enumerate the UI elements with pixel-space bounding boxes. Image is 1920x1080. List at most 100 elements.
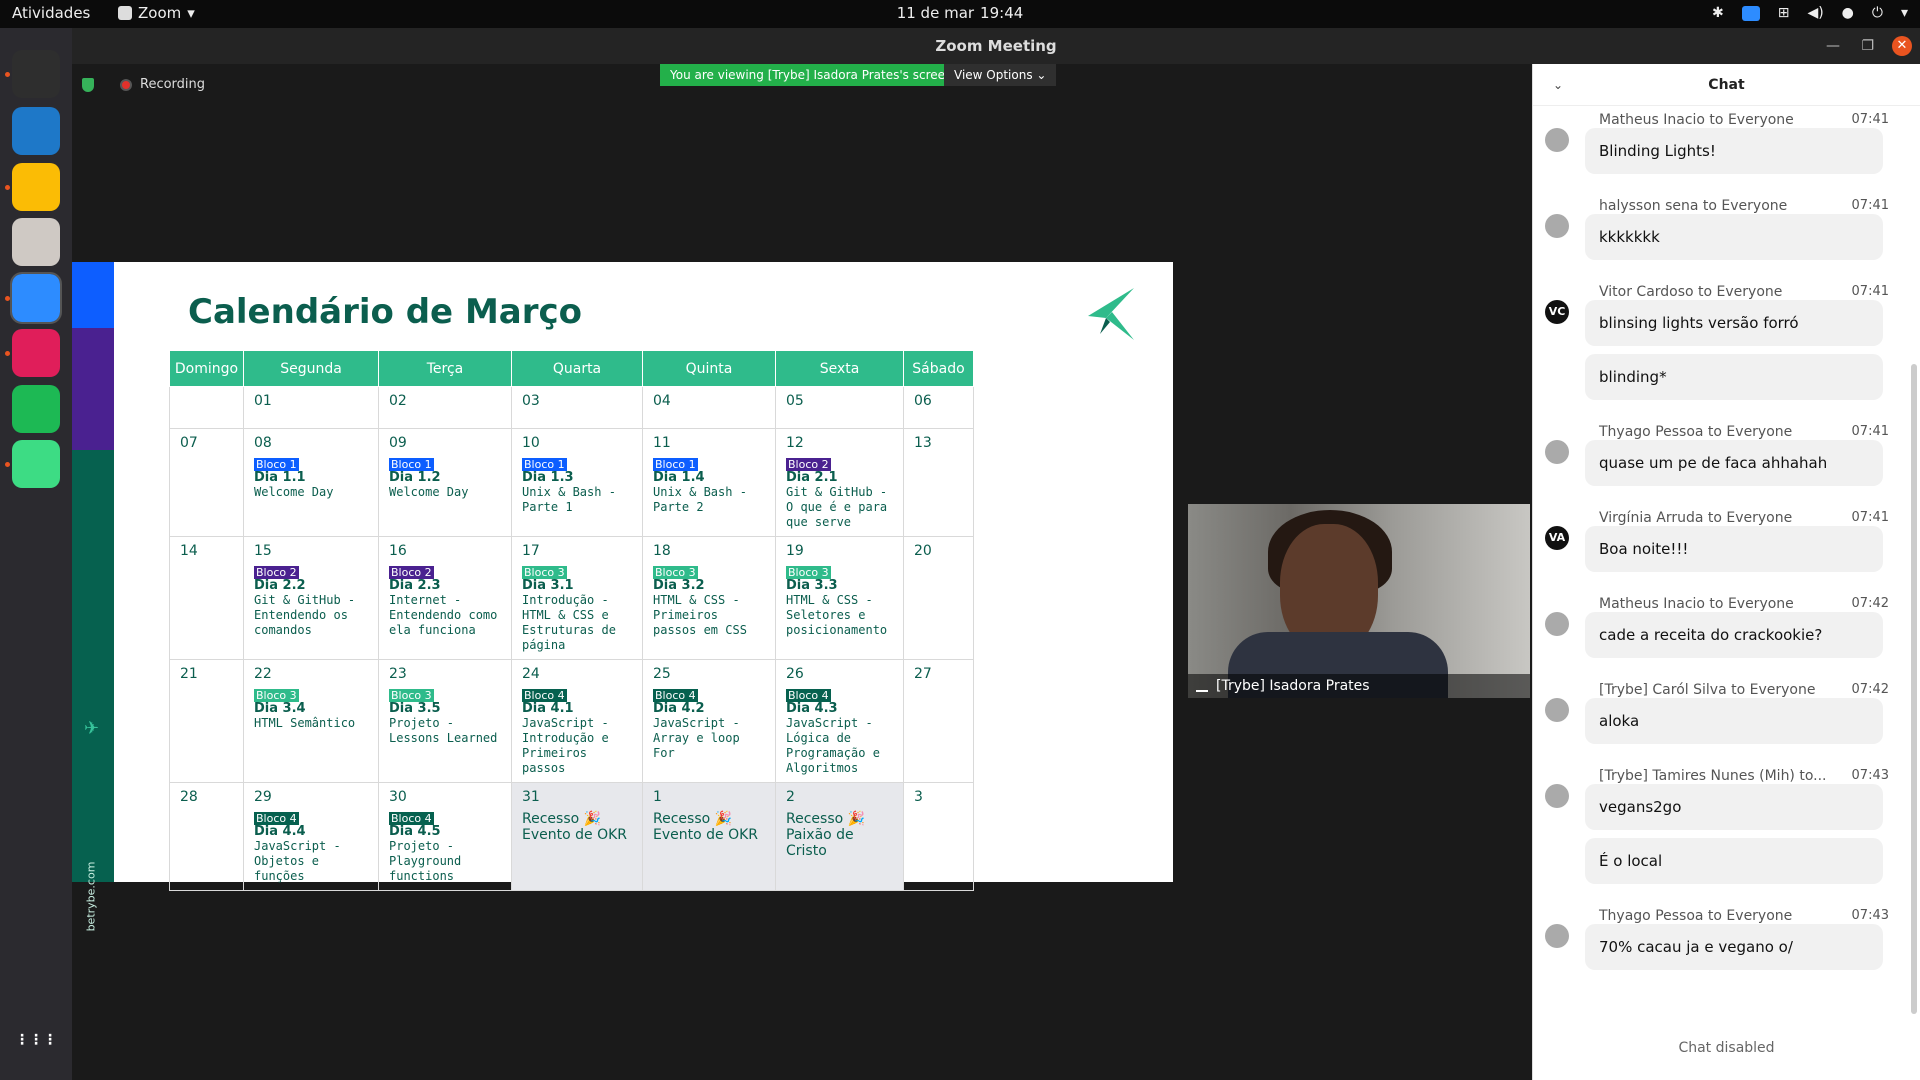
participant-video[interactable]: [Trybe] Isadora Prates bbox=[1188, 504, 1530, 698]
calendar-day-cell: 21 bbox=[169, 659, 244, 783]
clock-date: 11 de mar bbox=[896, 4, 975, 22]
day-number: 21 bbox=[180, 666, 198, 682]
calendar-day-cell: 18 Bloco 3 Dia 3.2 HTML & CSS - Primeiros p… bbox=[642, 536, 776, 660]
running-indicator bbox=[5, 462, 10, 467]
day-number: 16 bbox=[389, 543, 407, 559]
avatar[interactable]: VC bbox=[1545, 300, 1569, 324]
window-title: Zoom Meeting bbox=[935, 37, 1057, 55]
calendar-header-3: Quarta bbox=[511, 350, 643, 387]
calendar-header-6: Sábado bbox=[903, 350, 974, 387]
message-sender: halysson sena to Everyone bbox=[1599, 198, 1788, 214]
day-description: HTML & CSS - Primeiros passos em CSS bbox=[653, 593, 747, 637]
message-bubble[interactable]: aloka bbox=[1585, 698, 1883, 744]
message-bubble[interactable]: blinsing lights versão forró bbox=[1585, 300, 1883, 346]
avatar[interactable] bbox=[1545, 698, 1569, 722]
dock-slack-icon[interactable] bbox=[12, 329, 60, 377]
day-code: Dia 3.2 bbox=[653, 578, 705, 593]
message-bubble[interactable]: blinding* bbox=[1585, 354, 1883, 400]
message-bubble[interactable]: kkkkkkk bbox=[1585, 214, 1883, 260]
strip-purple bbox=[72, 328, 114, 450]
calendar-day-cell: 06 bbox=[903, 386, 974, 429]
minimize-button[interactable]: — bbox=[1826, 28, 1840, 64]
day-code: Dia 2.3 bbox=[389, 578, 441, 593]
running-indicator bbox=[5, 296, 10, 301]
message-bubble[interactable]: cade a receita do crackookie? bbox=[1585, 612, 1883, 658]
show-applications-icon[interactable]: ⋮⋮⋮ bbox=[12, 1016, 60, 1064]
message-meta: Matheus Inacio to Everyone 07:42 bbox=[1599, 596, 1889, 612]
collapse-chevron-icon[interactable]: ⌄ bbox=[1553, 64, 1563, 106]
dock-terminal-icon[interactable] bbox=[12, 50, 60, 98]
avatar[interactable]: VA bbox=[1545, 526, 1569, 550]
calendar-header-4: Quinta bbox=[642, 350, 776, 387]
calendar-day-cell: 19 Bloco 3 Dia 3.3 HTML & CSS - Seletores e… bbox=[775, 536, 904, 660]
message-bubble[interactable]: quase um pe de faca ahhahah bbox=[1585, 440, 1883, 486]
restore-button[interactable]: ❐ bbox=[1861, 28, 1874, 64]
caret-down-icon[interactable]: ▾ bbox=[1901, 5, 1908, 21]
day-number: 26 bbox=[786, 666, 804, 682]
slack-tray-icon[interactable]: ✱ bbox=[1712, 5, 1724, 21]
brand-strip: ✈ betrybe.com bbox=[72, 262, 114, 931]
dock-files-icon[interactable] bbox=[12, 218, 60, 266]
view-options-button[interactable]: View Options ⌄ bbox=[944, 64, 1057, 86]
day-description: JavaScript - Array e loop For bbox=[653, 716, 740, 760]
dock-chrome-icon[interactable] bbox=[12, 163, 60, 211]
network-icon[interactable]: ⊞ bbox=[1778, 5, 1790, 21]
message-bubble[interactable]: Blinding Lights! bbox=[1585, 128, 1883, 174]
shield-icon[interactable] bbox=[82, 78, 94, 92]
day-number: 22 bbox=[254, 666, 272, 682]
microphone-icon[interactable]: ● bbox=[1842, 5, 1854, 21]
dock-android-icon[interactable] bbox=[12, 440, 60, 488]
message-bubble[interactable]: 70% cacau ja e vegano o/ bbox=[1585, 924, 1883, 970]
day-number: 01 bbox=[254, 393, 272, 409]
dock-zoom-icon[interactable] bbox=[10, 272, 62, 324]
day-number: 1 bbox=[653, 789, 662, 805]
calendar-header-2: Terça bbox=[378, 350, 512, 387]
calendar-week-row: 14 15 Bloco 2 Dia 2.2 Git & GitHub - Entende… bbox=[169, 536, 974, 660]
day-description: Git & GitHub - O que é e para que serve bbox=[786, 485, 888, 529]
message-bubble[interactable]: Boa noite!!! bbox=[1585, 526, 1883, 572]
day-description: Projeto - Playground functions bbox=[389, 839, 462, 883]
zoom-tray-icon[interactable] bbox=[1741, 5, 1760, 21]
avatar[interactable] bbox=[1545, 612, 1569, 636]
day-description: Unix & Bash - Parte 1 bbox=[522, 485, 616, 514]
day-number: 31 bbox=[522, 789, 540, 805]
day-number: 09 bbox=[389, 435, 407, 451]
message-time: 07:42 bbox=[1851, 596, 1889, 611]
day-number: 20 bbox=[914, 543, 932, 559]
calendar-day-cell: 22 Bloco 3 Dia 3.4 HTML Semântico bbox=[243, 659, 379, 783]
zoom-icon bbox=[118, 6, 132, 20]
recess-label: Recesso 🎉 bbox=[786, 811, 866, 827]
dock-spotify-icon[interactable] bbox=[12, 385, 60, 433]
message-sender: Vitor Cardoso to Everyone bbox=[1599, 284, 1783, 300]
avatar[interactable] bbox=[1545, 784, 1569, 808]
message-time: 07:43 bbox=[1851, 768, 1889, 783]
calendar-day-cell: 14 bbox=[169, 536, 244, 660]
day-number: 19 bbox=[786, 543, 804, 559]
message-time: 07:41 bbox=[1851, 510, 1889, 525]
message-bubble[interactable]: É o local bbox=[1585, 838, 1883, 884]
avatar[interactable] bbox=[1545, 214, 1569, 238]
dock-vscode-icon[interactable] bbox=[12, 107, 60, 155]
power-icon[interactable]: ⏻ bbox=[1872, 5, 1883, 21]
recording-indicator[interactable]: Recording bbox=[120, 77, 205, 92]
avatar[interactable] bbox=[1545, 128, 1569, 152]
calendar-day-cell: 16 Bloco 2 Dia 2.3 Internet - Entendendo co… bbox=[378, 536, 512, 660]
chat-disabled-label: Chat disabled bbox=[1678, 1040, 1775, 1056]
calendar-day-cell: 02 bbox=[378, 386, 512, 429]
avatar[interactable] bbox=[1545, 440, 1569, 464]
message-bubble[interactable]: vegans2go bbox=[1585, 784, 1883, 830]
app-menu[interactable]: Zoom ▾ bbox=[118, 4, 195, 22]
volume-icon[interactable]: ◀) bbox=[1807, 5, 1823, 21]
message-meta: Thyago Pessoa to Everyone 07:43 bbox=[1599, 908, 1889, 924]
message-sender: Matheus Inacio to Everyone bbox=[1599, 596, 1794, 612]
system-tray[interactable]: ✱ ⊞ ◀) ● ⏻ ▾ bbox=[1712, 5, 1908, 21]
close-button[interactable]: ✕ bbox=[1892, 36, 1912, 56]
calendar-header-5: Sexta bbox=[775, 350, 904, 387]
chat-panel: ⌄ Chat Matheus Inacio to Everyone 07:41 Bli… bbox=[1532, 64, 1920, 1080]
chat-scrollbar[interactable] bbox=[1911, 364, 1917, 1014]
clock[interactable]: 11 de mar 19:44 bbox=[0, 4, 1920, 22]
activities-button[interactable]: Atividades bbox=[12, 4, 90, 22]
calendar-day-cell: 23 Bloco 3 Dia 3.5 Projeto - Lessons Learne… bbox=[378, 659, 512, 783]
avatar[interactable] bbox=[1545, 924, 1569, 948]
calendar-title: Calendário de Março bbox=[188, 292, 583, 332]
